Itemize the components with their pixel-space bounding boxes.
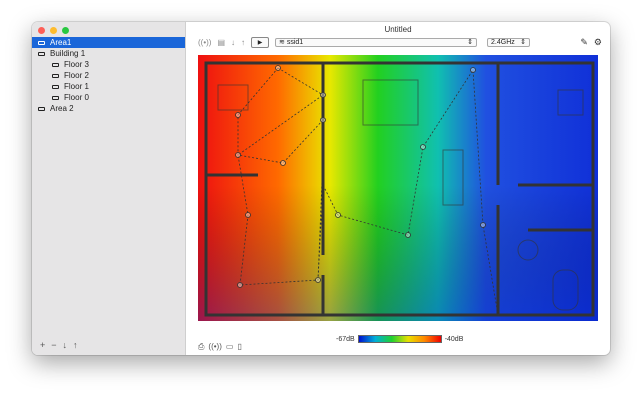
scan-icon[interactable]: ((•)) [208, 342, 221, 352]
signal-scale: -67dB -40dB [336, 335, 463, 343]
arrow-up-icon[interactable]: ↑ [241, 38, 245, 47]
tree-item-area1[interactable]: Area1 [32, 37, 185, 48]
band-select[interactable]: 2.4GHz ⇕ [487, 37, 531, 47]
floor-stack-icon[interactable]: ▤ [217, 38, 225, 47]
add-button[interactable]: + [40, 340, 45, 350]
ssid-select[interactable]: ≋ ssid1 ⇕ [275, 37, 478, 47]
sidebar-bottom-bar: + − ↓ ↑ [40, 340, 78, 350]
window-controls [38, 27, 69, 34]
wifi-icon: ≋ [279, 39, 285, 46]
building-icon [38, 51, 45, 56]
gear-icon[interactable]: ⚙ [594, 37, 602, 48]
tree-item-label: Floor 1 [64, 82, 89, 91]
move-down-button[interactable]: ↓ [63, 340, 68, 350]
heatmap-canvas[interactable] [198, 55, 598, 321]
main-area: Untitled ((•)) ▤ ↓ ↑ ▶ ≋ ssid1 ⇕ 2.4GHz … [186, 22, 610, 355]
close-window-button[interactable] [38, 27, 45, 34]
print-icon[interactable]: ⎙ [198, 342, 204, 352]
floor-icon [52, 84, 59, 89]
tree-item-label: Floor 3 [64, 60, 89, 69]
select-stepper-icon: ⇕ [520, 39, 527, 46]
tool-group: ✎ ⚙ [580, 37, 602, 48]
scale-max-label: -40dB [444, 335, 464, 343]
window-title: Untitled [384, 25, 412, 34]
floor-icon [52, 73, 59, 78]
tree-item-floor-0[interactable]: Floor 0 [32, 92, 185, 103]
document-icon[interactable]: ▯ [237, 342, 241, 352]
area-icon [38, 40, 45, 45]
arrow-down-icon[interactable]: ↓ [231, 38, 235, 47]
move-up-button[interactable]: ↑ [73, 340, 78, 350]
play-button[interactable]: ▶ [251, 36, 270, 48]
tree-item-floor-3[interactable]: Floor 3 [32, 59, 185, 70]
remove-button[interactable]: − [51, 340, 56, 350]
band-value: 2.4GHz [491, 38, 515, 46]
pencil-icon[interactable]: ✎ [580, 37, 588, 48]
scan-icon[interactable]: ((•)) [198, 38, 211, 47]
heatmap-svg [198, 55, 598, 321]
bottom-toolbar: ⎙ ((•)) ▭ ▯ [198, 342, 242, 352]
app-window: Area1 Building 1 Floor 3 Floor 2 Floor 1… [32, 22, 610, 355]
tree-item-label: Floor 2 [64, 71, 89, 80]
ssid-value: ssid1 [286, 39, 304, 46]
toolbar: ((•)) ▤ ↓ ↑ ▶ ≋ ssid1 ⇕ 2.4GHz ⇕ ✎ ⚙ [198, 36, 602, 48]
tree-item-area-2[interactable]: Area 2 [32, 103, 185, 114]
tree-item-label: Building 1 [50, 49, 86, 58]
area-icon [38, 106, 45, 111]
select-stepper-icon: ⇕ [467, 39, 474, 46]
scale-min-label: -67dB [336, 335, 355, 343]
scale-color-bar [357, 335, 442, 343]
tree-item-floor-1[interactable]: Floor 1 [32, 81, 185, 92]
tree-item-label: Area1 [50, 38, 72, 47]
minimize-window-button[interactable] [50, 27, 57, 34]
play-icon: ▶ [257, 39, 263, 46]
area-tree: Area1 Building 1 Floor 3 Floor 2 Floor 1… [32, 37, 185, 114]
tree-item-label: Floor 0 [64, 93, 89, 102]
tree-item-building-1[interactable]: Building 1 [32, 48, 185, 59]
floor-icon [52, 62, 59, 67]
tree-item-label: Area 2 [50, 104, 74, 113]
floor-icon [52, 95, 59, 100]
zoom-window-button[interactable] [62, 27, 69, 34]
sidebar: Area1 Building 1 Floor 3 Floor 2 Floor 1… [32, 22, 186, 355]
tree-item-floor-2[interactable]: Floor 2 [32, 70, 185, 81]
floorplan-icon[interactable]: ▭ [226, 342, 234, 352]
